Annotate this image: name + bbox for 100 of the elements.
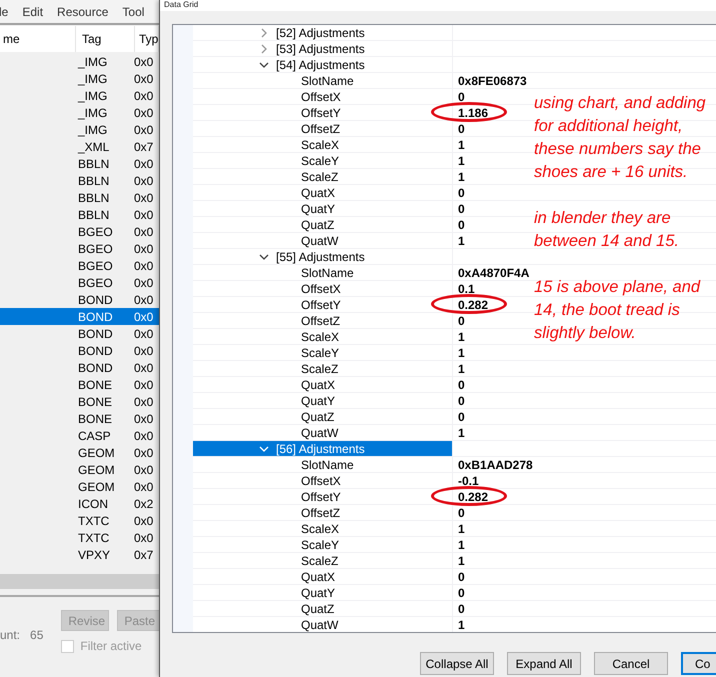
- filter-checkbox[interactable]: [61, 640, 74, 652]
- type-cell-text: 0x0: [133, 258, 154, 272]
- dialog-button[interactable]: Co: [681, 652, 716, 675]
- property-value[interactable]: 0: [458, 506, 465, 520]
- property-value[interactable]: 1: [458, 330, 465, 344]
- group-row[interactable]: [56] Adjustments: [193, 441, 453, 457]
- table-row[interactable]: TXTC 0x0: [0, 529, 159, 546]
- table-row[interactable]: GEOM 0x0: [0, 461, 159, 478]
- property-value[interactable]: 1: [458, 522, 465, 536]
- table-row[interactable]: _IMG 0x0: [0, 87, 159, 104]
- table-row[interactable]: BBLN 0x0: [0, 155, 159, 172]
- table-row[interactable]: GEOM 0x0: [0, 444, 159, 461]
- table-row[interactable]: BOND 0x0: [0, 308, 159, 325]
- table-row[interactable]: _IMG 0x0: [0, 104, 159, 121]
- property-value[interactable]: 1: [458, 554, 465, 568]
- property-value[interactable]: 1: [458, 362, 465, 376]
- property-value[interactable]: 0: [458, 218, 465, 232]
- property-value[interactable]: 1: [458, 618, 465, 632]
- property-value[interactable]: 1: [458, 154, 465, 168]
- property-value[interactable]: 0: [458, 90, 465, 104]
- property-value[interactable]: 0xA4870F4A: [458, 266, 530, 280]
- property-value[interactable]: -0.1: [458, 474, 479, 488]
- tag-cell-text: _IMG: [76, 122, 108, 136]
- property-value[interactable]: 1: [458, 234, 465, 248]
- property-value[interactable]: 0x8FE06873: [458, 74, 527, 88]
- property-value[interactable]: 0: [458, 202, 465, 216]
- type-cell-text: 0x0: [133, 394, 154, 408]
- chevron-down-icon[interactable]: [259, 60, 269, 70]
- table-row[interactable]: BOND 0x0: [0, 342, 159, 359]
- table-row[interactable]: BBLN 0x0: [0, 206, 159, 223]
- group-row[interactable]: [55] Adjustments: [193, 249, 453, 265]
- dialog-button[interactable]: Cancel: [594, 652, 668, 675]
- tag-cell-text: BOND: [77, 292, 114, 306]
- property-name: SlotName: [301, 74, 354, 88]
- property-value[interactable]: 0: [458, 410, 465, 424]
- property-value[interactable]: 0xB1AAD278: [458, 458, 533, 472]
- table-row[interactable]: ICON 0x2: [0, 495, 159, 512]
- property-value[interactable]: 1: [458, 346, 465, 360]
- table-row[interactable]: BGEO 0x0: [0, 274, 159, 291]
- table-row[interactable]: _IMG 0x0: [0, 70, 159, 87]
- table-row[interactable]: BBLN 0x0: [0, 189, 159, 206]
- table-row[interactable]: BONE 0x0: [0, 410, 159, 427]
- table-row[interactable]: _IMG 0x0: [0, 53, 159, 70]
- property-value[interactable]: 0: [458, 314, 465, 328]
- property-value[interactable]: 0: [458, 586, 465, 600]
- type-cell-text: 0x0: [133, 122, 154, 136]
- group-row[interactable]: [53] Adjustments: [193, 41, 453, 57]
- count-value: 65: [30, 628, 44, 642]
- property-value[interactable]: 0: [458, 378, 465, 392]
- chevron-down-icon[interactable]: [259, 252, 269, 262]
- table-row[interactable]: _XML 0x7: [0, 138, 159, 155]
- table-row[interactable]: BOND 0x0: [0, 359, 159, 376]
- type-cell-text: 0x0: [133, 72, 154, 86]
- table-row[interactable]: BGEO 0x0: [0, 240, 159, 257]
- table-row[interactable]: BONE 0x0: [0, 393, 159, 410]
- property-name: QuatY: [301, 586, 336, 600]
- property-value[interactable]: 1: [458, 538, 465, 552]
- property-value[interactable]: 0: [458, 394, 465, 408]
- group-row[interactable]: [52] Adjustments: [193, 25, 453, 41]
- group-row[interactable]: [54] Adjustments: [193, 57, 453, 73]
- property-value[interactable]: 0.282: [458, 298, 488, 312]
- menu-item[interactable]: le: [0, 4, 8, 18]
- table-row[interactable]: CASP 0x0: [0, 427, 159, 444]
- property-value[interactable]: 1: [458, 426, 465, 440]
- property-value[interactable]: 0: [458, 570, 465, 584]
- chevron-down-icon[interactable]: [259, 444, 269, 454]
- tag-cell-text: _XML: [76, 140, 110, 154]
- property-name: QuatZ: [301, 218, 334, 232]
- tag-cell-text: BGEO: [77, 276, 114, 290]
- tag-cell-text: ICON: [77, 496, 109, 510]
- property-value[interactable]: 1: [458, 138, 465, 152]
- menu-item[interactable]: Tool: [122, 4, 144, 18]
- property-value[interactable]: 0: [458, 122, 465, 136]
- property-value[interactable]: 0.1: [458, 282, 475, 296]
- tag-cell-text: CASP: [77, 428, 112, 442]
- tag-cell-text: _IMG: [76, 88, 108, 102]
- table-row[interactable]: TXTC 0x0: [0, 512, 159, 529]
- menu-item[interactable]: Resource: [57, 4, 108, 18]
- table-row[interactable]: VPXY 0x7: [0, 546, 159, 563]
- property-value[interactable]: 1: [458, 170, 465, 184]
- table-row[interactable]: BOND 0x0: [0, 325, 159, 342]
- dialog-button[interactable]: Expand All: [507, 652, 581, 675]
- column-header[interactable]: me: [0, 26, 76, 52]
- table-row[interactable]: _IMG 0x0: [0, 121, 159, 138]
- property-value[interactable]: 0: [458, 186, 465, 200]
- property-name: ScaleY: [301, 538, 340, 552]
- table-row[interactable]: GEOM 0x0: [0, 478, 159, 495]
- column-header[interactable]: Tag: [76, 26, 135, 52]
- type-cell-text: 0x0: [133, 88, 154, 102]
- table-row[interactable]: BGEO 0x0: [0, 257, 159, 274]
- table-row[interactable]: BGEO 0x0: [0, 223, 159, 240]
- property-value[interactable]: 0: [458, 602, 465, 616]
- property-value[interactable]: 0.282: [458, 490, 488, 504]
- property-value[interactable]: 1.186: [458, 106, 488, 120]
- dialog-button[interactable]: Collapse All: [420, 652, 494, 675]
- table-row[interactable]: BONE 0x0: [0, 376, 159, 393]
- table-row[interactable]: BBLN 0x0: [0, 172, 159, 189]
- property-name: QuatW: [301, 426, 338, 440]
- table-row[interactable]: BOND 0x0: [0, 291, 159, 308]
- menu-item[interactable]: Edit: [22, 4, 44, 18]
